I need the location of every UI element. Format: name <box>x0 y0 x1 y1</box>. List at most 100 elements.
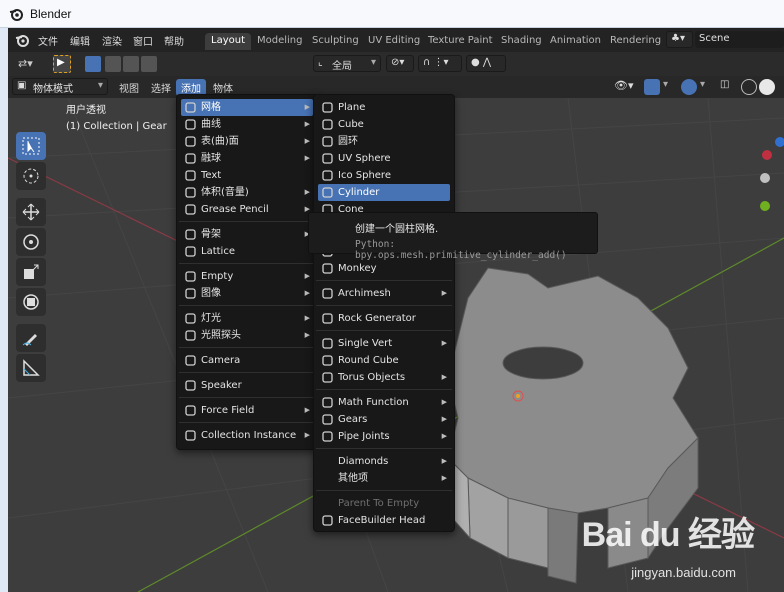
mesh-menu-item-ico-sphere[interactable]: Ico Sphere <box>318 167 450 184</box>
mode-dropdown[interactable]: ▣ 物体模式 ▾ <box>12 78 108 95</box>
mesh-menu-item-[interactable]: 圆环 <box>318 133 450 150</box>
wireframe-shading-button[interactable] <box>741 79 757 95</box>
tab-sculpting[interactable]: Sculpting <box>306 33 365 50</box>
pivot-dropdown[interactable]: ⊘▾ <box>386 55 414 72</box>
scale-tool-button[interactable] <box>16 258 46 286</box>
measure-tool-button[interactable] <box>16 354 46 382</box>
add-menu-item-label: 图像 <box>201 288 221 299</box>
annotate-tool-button[interactable] <box>16 324 46 352</box>
submenu-arrow-icon: ▶ <box>441 373 447 381</box>
select-tool-button[interactable] <box>16 132 46 160</box>
add-menu-item-[interactable]: 灯光 ▶ <box>181 310 313 327</box>
mesh-menu-item-torus-objects[interactable]: Torus Objects ▶ <box>318 369 450 386</box>
add-menu-item-[interactable]: 体积(音量) ▶ <box>181 184 313 201</box>
visibility-icon[interactable]: 👁▾ <box>614 79 634 92</box>
menu-render[interactable]: 渲染 <box>102 33 122 48</box>
move-tool-button[interactable] <box>16 198 46 226</box>
select-new-button[interactable] <box>85 56 101 72</box>
add-menu-item-lattice[interactable]: Lattice <box>181 243 313 260</box>
menu-file[interactable]: 文件 <box>38 33 58 48</box>
view-name: 用户透视 <box>66 105 106 116</box>
tab-uv-editing[interactable]: UV Editing <box>362 33 426 50</box>
tab-layout[interactable]: Layout <box>205 33 251 50</box>
ico-sphere-icon <box>321 169 334 182</box>
mesh-menu-item-archimesh[interactable]: Archimesh ▶ <box>318 285 450 302</box>
submenu-arrow-icon: ▶ <box>441 432 447 440</box>
add-menu-item-[interactable]: 网格 ▶ <box>181 99 313 116</box>
mesh-menu-item-gears[interactable]: Gears ▶ <box>318 411 450 428</box>
add-menu-item-camera[interactable]: Camera <box>181 352 313 369</box>
menu-view[interactable]: 视图 <box>114 79 144 96</box>
tab-rendering[interactable]: Rendering <box>604 33 667 50</box>
mesh-menu-item-diamonds[interactable]: Diamonds ▶ <box>318 453 450 470</box>
chevron-down-icon[interactable]: ▾ <box>700 79 705 90</box>
mesh-menu-item-uv-sphere[interactable]: UV Sphere <box>318 150 450 167</box>
add-menu-item-[interactable]: 融球 ▶ <box>181 150 313 167</box>
chevron-down-icon[interactable]: ▾ <box>663 79 668 90</box>
mesh-menu-item-single-vert[interactable]: Single Vert ▶ <box>318 335 450 352</box>
add-menu-item-collection-instance[interactable]: Collection Instance ▶ <box>181 427 313 444</box>
solid-shading-button[interactable] <box>759 79 775 95</box>
add-menu-item-grease-pencil[interactable]: Grease Pencil ▶ <box>181 201 313 218</box>
add-menu-item-[interactable]: 光照探头 ▶ <box>181 327 313 344</box>
mesh-menu-item-pipe-joints[interactable]: Pipe Joints ▶ <box>318 428 450 445</box>
mesh-icon <box>184 101 197 114</box>
select-extend-button[interactable] <box>105 56 121 72</box>
top-menubar: 文件 编辑 渲染 窗口 帮助 Layout Modeling Sculpting… <box>8 28 784 52</box>
add-menu: 网格 ▶ 曲线 ▶ 表(曲)面 ▶ 融球 ▶ Text 体积(音量) ▶ Grease Pencil ▶… <box>176 94 318 450</box>
overlay-toggle-button[interactable] <box>681 79 697 95</box>
add-menu-item-force-field[interactable]: Force Field ▶ <box>181 402 313 419</box>
mesh-menu-item-label: Archimesh <box>338 288 391 299</box>
menu-separator <box>179 221 315 222</box>
add-menu-item-text[interactable]: Text <box>181 167 313 184</box>
ruler-icon <box>23 359 40 376</box>
mesh-menu-item-cylinder[interactable]: Cylinder <box>318 184 450 201</box>
scene-name-field[interactable]: Scene <box>695 31 784 48</box>
submenu-arrow-icon: ▶ <box>304 137 310 145</box>
mesh-menu-item-rock-generator[interactable]: Rock Generator <box>318 310 450 327</box>
mesh-menu-item-round-cube[interactable]: Round Cube <box>318 352 450 369</box>
watermark-brand: Bai du 经验 <box>581 516 755 554</box>
mesh-menu-item-cube[interactable]: Cube <box>318 116 450 133</box>
cursor-icon: ▶ <box>57 57 65 68</box>
menu-edit[interactable]: 编辑 <box>70 33 90 48</box>
tab-modeling[interactable]: Modeling <box>251 33 309 50</box>
add-menu-item-[interactable]: 图像 ▶ <box>181 285 313 302</box>
mesh-menu-item-plane[interactable]: Plane <box>318 99 450 116</box>
mesh-menu-item-[interactable]: 其他项 ▶ <box>318 470 450 487</box>
add-menu-item-empty[interactable]: Empty ▶ <box>181 268 313 285</box>
add-menu-item-[interactable]: 骨架▶ <box>181 226 313 243</box>
cylinder-icon <box>321 186 334 199</box>
mesh-menu-item-label: Ico Sphere <box>338 170 391 181</box>
tab-texture-paint[interactable]: Texture Paint <box>422 33 499 50</box>
transform-pivot-icon[interactable]: ⇄▾ <box>18 57 33 70</box>
tab-shading[interactable]: Shading <box>495 33 548 50</box>
rotate-tool-button[interactable] <box>16 228 46 256</box>
snap-dropdown[interactable]: ∩ ⋮▾ <box>418 55 462 72</box>
menu-help[interactable]: 帮助 <box>164 33 184 48</box>
add-menu-item-speaker[interactable]: Speaker <box>181 377 313 394</box>
menu-window[interactable]: 窗口 <box>133 33 153 48</box>
scene-selector-button[interactable]: ♣▾ <box>666 31 693 48</box>
add-menu-item-[interactable]: 表(曲)面 ▶ <box>181 133 313 150</box>
menu-select[interactable]: 选择 <box>146 79 176 96</box>
viewport-info: 用户透视 (1) Collection | Gear <box>66 103 167 135</box>
add-menu-item-[interactable]: 曲线 ▶ <box>181 116 313 133</box>
orientation-dropdown[interactable]: ⌞ 全局 ▾ <box>313 55 381 72</box>
proportional-dropdown[interactable]: ● ⋀ <box>466 55 506 72</box>
move-icon <box>22 203 40 221</box>
mesh-menu-item-facebuilder-head[interactable]: FaceBuilder Head <box>318 512 450 529</box>
transform-tool-button[interactable] <box>16 288 46 316</box>
select-invert-button[interactable] <box>141 56 157 72</box>
surface-icon <box>184 135 197 148</box>
mesh-menu-item-monkey[interactable]: Monkey <box>318 260 450 277</box>
menu-separator <box>316 330 452 331</box>
blender-menu-icon[interactable] <box>14 32 30 48</box>
select-subtract-button[interactable] <box>123 56 139 72</box>
mesh-menu-item-math-function[interactable]: Math Function ▶ <box>318 394 450 411</box>
cursor-tool-button[interactable] <box>16 162 46 190</box>
cylinder-tooltip: 创建一个圆柱网格. Python: bpy.ops.mesh.primitive… <box>308 212 598 261</box>
tab-animation[interactable]: Animation <box>544 33 607 50</box>
gizmo-toggle-button[interactable] <box>644 79 660 95</box>
xray-icon[interactable]: ◫ <box>720 79 729 90</box>
